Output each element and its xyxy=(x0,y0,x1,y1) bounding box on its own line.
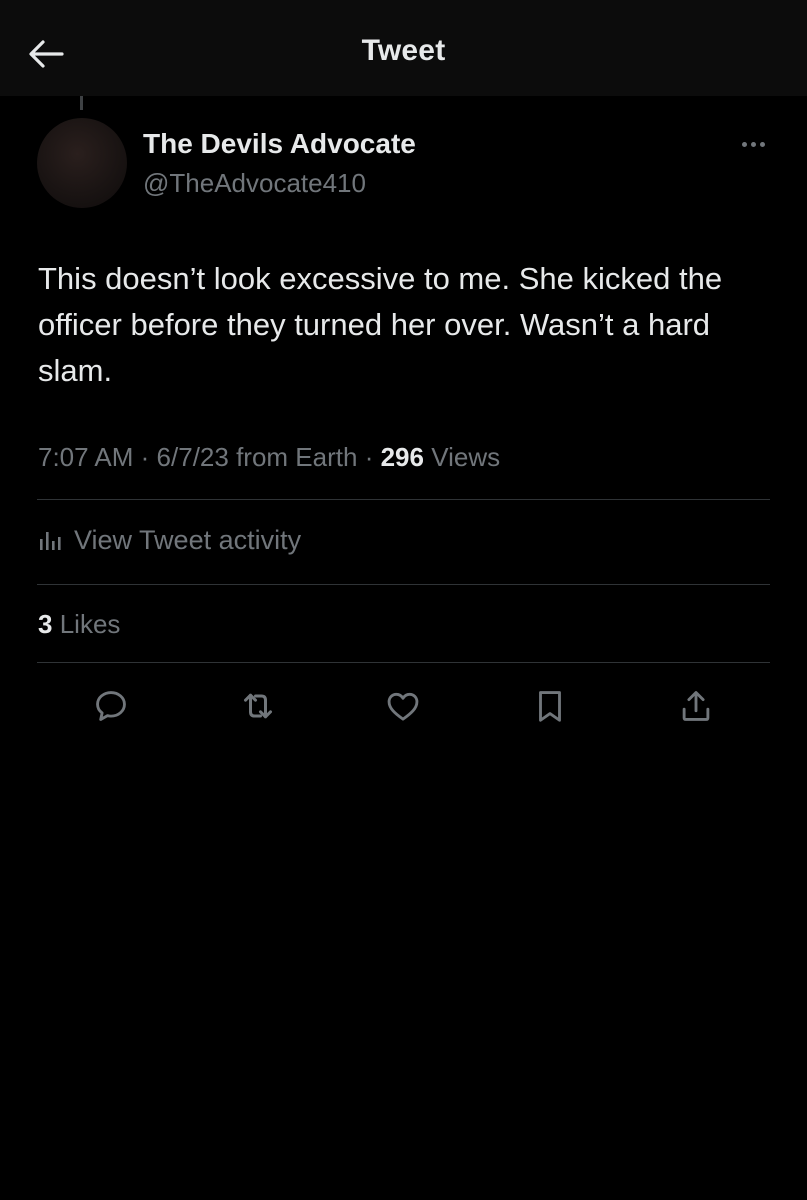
reply-icon xyxy=(96,691,126,721)
heart-icon xyxy=(387,692,419,721)
bar-chart-icon xyxy=(40,532,61,550)
views-label: Views xyxy=(431,442,501,472)
bookmark-button[interactable] xyxy=(528,684,572,728)
view-tweet-activity-button[interactable]: View Tweet activity xyxy=(38,520,301,560)
divider xyxy=(37,499,770,500)
tweet-date: 6/7/23 xyxy=(156,442,229,472)
tweet-source: from Earth xyxy=(236,442,358,472)
bookmark-icon xyxy=(539,691,561,722)
tweet-page: Tweet The Devils Advocate @TheAdvocate41… xyxy=(0,0,807,1200)
divider xyxy=(37,584,770,585)
meta-separator: · xyxy=(364,442,374,472)
retweet-button[interactable] xyxy=(236,684,280,728)
page-title: Tweet xyxy=(361,34,446,67)
view-tweet-activity-label: View Tweet activity xyxy=(74,524,302,555)
tweet-text: This doesn’t look excessive to me. She k… xyxy=(38,261,723,388)
tweet-time: 7:07 AM xyxy=(38,442,134,472)
retweet-icon xyxy=(244,693,272,719)
author-name[interactable]: The Devils Advocate xyxy=(143,128,416,160)
share-icon xyxy=(682,691,710,721)
views-count: 296 xyxy=(380,442,424,472)
tweet-metadata: 7:07 AM · 6/7/23 from Earth · 296 Views xyxy=(38,442,500,473)
more-dot xyxy=(750,141,756,147)
likes-count: 3 xyxy=(38,609,53,639)
reply-button[interactable] xyxy=(89,684,133,728)
author-handle[interactable]: @TheAdvocate410 xyxy=(143,168,366,199)
share-button[interactable] xyxy=(674,684,718,728)
more-options-button[interactable] xyxy=(736,134,770,154)
meta-separator: · xyxy=(140,442,150,472)
thread-connector-line xyxy=(80,96,83,110)
tweet-actions-bar xyxy=(0,684,807,728)
more-dots-icon xyxy=(741,141,747,147)
likes-count-link[interactable]: 3 Likes xyxy=(38,609,120,640)
likes-label: Likes xyxy=(59,609,121,639)
like-button[interactable] xyxy=(381,684,425,728)
more-dot xyxy=(759,141,765,147)
top-bar: Tweet xyxy=(0,0,807,96)
avatar[interactable] xyxy=(37,118,127,208)
divider xyxy=(37,662,770,663)
